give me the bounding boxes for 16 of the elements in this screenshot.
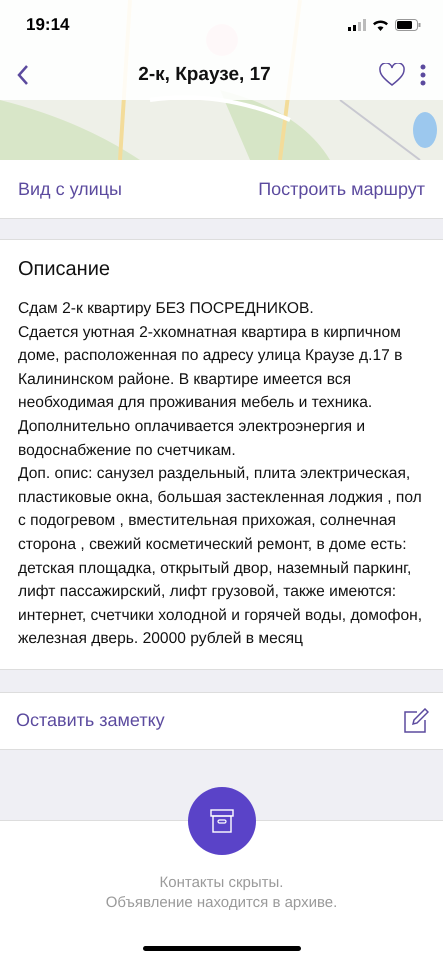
note-button[interactable]: Оставить заметку [0,692,443,750]
description-text: Сдам 2-к квартиру БЕЗ ПОСРЕДНИКОВ. Сдается уютная 2-хкомнатная квартира в кирпичном доме, расположенная по адресу улица Краузе д.17 в Калининском районе. В квартире имеется вся необходимая для проживания мебель и техника. Дополнительно оплачивается электроэнергия и водоснабжение по счетчикам. Доп. опис: санузел раздельный, плита электрическая, пластиковые окна, большая застекленная лоджия , пол с подогревом , вместительная прихожая, солнечная сторона , свежий косметический ремонт, в доме есть: детская площадка, открытый двор, наземный паркинг, лифт пассажирский, лифт грузовой, также имеются: интернет, счетчики холодной и горячей воды, домофон, железная дверь. 20000 рублей в месяц [18,299,424,650]
wifi-icon [372,19,389,31]
archive-message: Объявление находится в архиве. [106,892,338,913]
heart-icon[interactable] [377,61,407,89]
street-view-link[interactable]: Вид с улицы [18,178,122,200]
note-label: Оставить заметку [16,710,165,732]
status-time: 19:14 [26,15,70,35]
nav-title: 2-к, Краузе, 17 [137,64,272,86]
route-link[interactable]: Построить маршрут [258,178,425,200]
description-title: Описание [18,258,112,281]
archive-box-icon [210,808,234,833]
signal-icon [348,19,366,31]
edit-icon [403,708,429,734]
archive-message: Контакты скрыты. [160,872,284,893]
battery-icon [395,19,421,31]
